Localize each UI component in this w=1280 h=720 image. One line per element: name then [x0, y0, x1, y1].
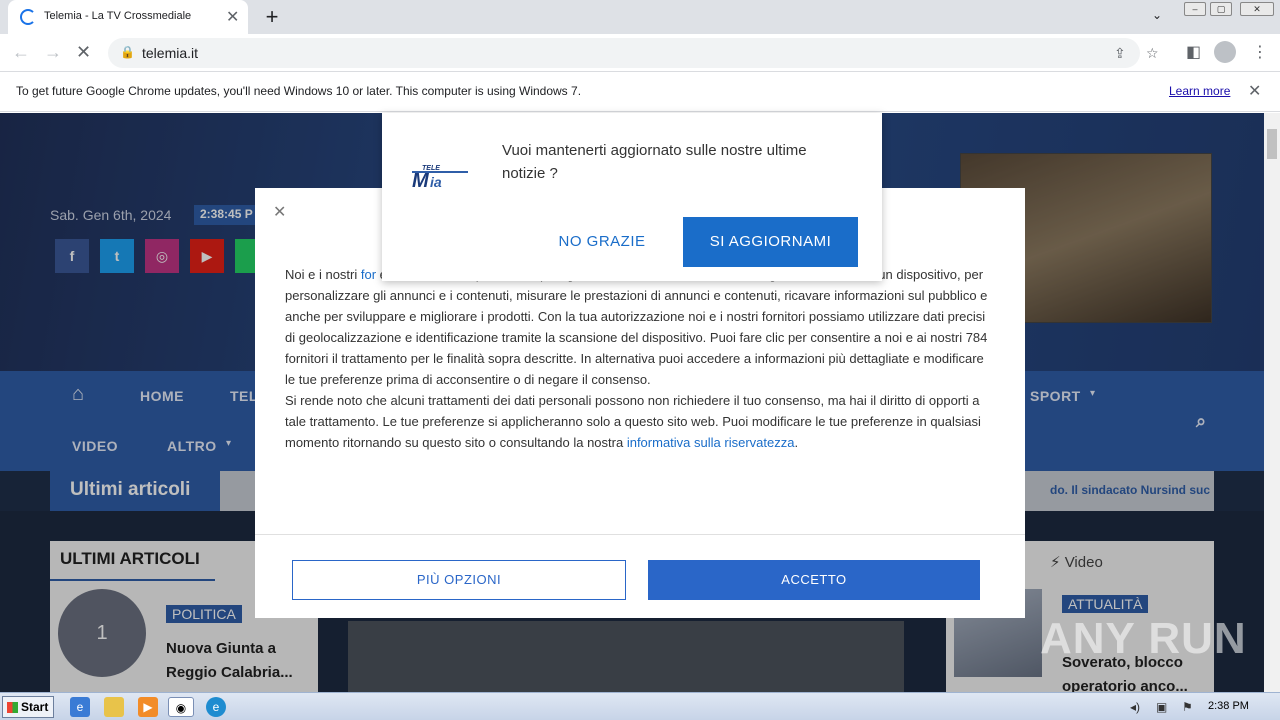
more-options-button[interactable]: PIÙ OPZIONI: [292, 560, 626, 600]
browser-tab[interactable]: Telemia - La TV Crossmediale ✕: [8, 0, 248, 34]
infobar-message: To get future Google Chrome updates, you…: [16, 84, 582, 98]
dialog-divider: [255, 534, 1025, 535]
privacy-policy-link[interactable]: informativa sulla riservatezza: [627, 435, 795, 450]
address-bar[interactable]: 🔒 telemia.it ⇪ ☆: [108, 38, 1159, 68]
scrollbar-thumb[interactable]: [1267, 129, 1277, 159]
decline-notifications-button[interactable]: NO GRAZIE: [542, 217, 662, 267]
consent-body: Noi e i nostri for e trattiamo i dati pe…: [285, 264, 997, 453]
chrome-taskbar-icon[interactable]: ◉: [168, 697, 194, 717]
windows-logo-icon: [7, 702, 18, 713]
lock-icon[interactable]: 🔒: [120, 45, 135, 59]
tab-strip: Telemia - La TV Crossmediale ✕ + ⌄ – ▢ ✕: [0, 0, 1280, 34]
media-player-icon[interactable]: ▶: [138, 697, 158, 717]
window-close-button[interactable]: ✕: [1240, 2, 1274, 16]
consent-text: .: [794, 435, 799, 450]
infobar-close-icon[interactable]: ✕: [1248, 81, 1261, 101]
network-icon[interactable]: ▣: [1156, 700, 1167, 714]
windows-taskbar: Start e ▶ ◉ e ◂) ▣ ⚑ 2:38 PM: [0, 692, 1280, 720]
action-center-flag-icon[interactable]: ⚑: [1182, 700, 1193, 714]
file-explorer-icon[interactable]: [104, 697, 124, 717]
menu-kebab-icon[interactable]: ⋮: [1252, 42, 1268, 62]
accept-notifications-button[interactable]: SI AGGIORNAMI: [683, 217, 858, 267]
browser-toolbar: ← → ✕ 🔒 telemia.it ⇪ ☆ ◧ ⋮: [0, 34, 1280, 72]
stop-loading-icon[interactable]: ✕: [76, 42, 91, 63]
anyrun-watermark: ANY RUN: [1040, 614, 1247, 663]
learn-more-link[interactable]: Learn more: [1169, 84, 1230, 98]
edge-icon[interactable]: e: [206, 697, 226, 717]
maximize-button[interactable]: ▢: [1210, 2, 1232, 16]
start-button[interactable]: Start: [2, 696, 54, 718]
tab-title: Telemia - La TV Crossmediale: [44, 10, 192, 22]
share-icon[interactable]: ⇪: [1114, 45, 1126, 62]
minimize-button[interactable]: –: [1184, 2, 1206, 16]
forward-arrow-icon[interactable]: →: [44, 42, 62, 63]
svg-text:M: M: [412, 170, 430, 191]
telemia-logo: TELE M ia: [412, 165, 468, 191]
push-notification-prompt: TELE M ia Vuoi mantenerti aggiornato sul…: [382, 113, 882, 281]
loading-spinner-icon: [20, 9, 36, 25]
internet-explorer-icon[interactable]: e: [70, 697, 90, 717]
consent-close-icon[interactable]: ✕: [273, 202, 286, 222]
new-tab-button[interactable]: +: [260, 4, 284, 30]
vendors-link[interactable]: for: [361, 267, 376, 282]
consent-text: e trattiamo i dati personali, quali gli …: [285, 267, 988, 387]
accept-button[interactable]: ACCETTO: [648, 560, 980, 600]
profile-avatar[interactable]: [1214, 41, 1236, 63]
page-scrollbar[interactable]: [1264, 113, 1280, 692]
side-panel-icon[interactable]: ◧: [1186, 42, 1201, 62]
update-infobar: To get future Google Chrome updates, you…: [0, 72, 1280, 112]
bookmark-star-icon[interactable]: ☆: [1146, 45, 1159, 62]
consent-text: Noi e i nostri: [285, 267, 361, 282]
url-text: telemia.it: [142, 45, 199, 61]
volume-icon[interactable]: ◂): [1130, 700, 1140, 714]
start-label: Start: [21, 700, 49, 714]
svg-text:ia: ia: [430, 174, 442, 190]
tab-close-icon[interactable]: ✕: [226, 7, 239, 27]
push-message: Vuoi mantenerti aggiornato sulle nostre …: [502, 142, 807, 182]
tab-search-chevron-icon[interactable]: ⌄: [1152, 8, 1162, 22]
back-arrow-icon[interactable]: ←: [12, 42, 30, 63]
system-clock[interactable]: 2:38 PM: [1208, 700, 1249, 712]
